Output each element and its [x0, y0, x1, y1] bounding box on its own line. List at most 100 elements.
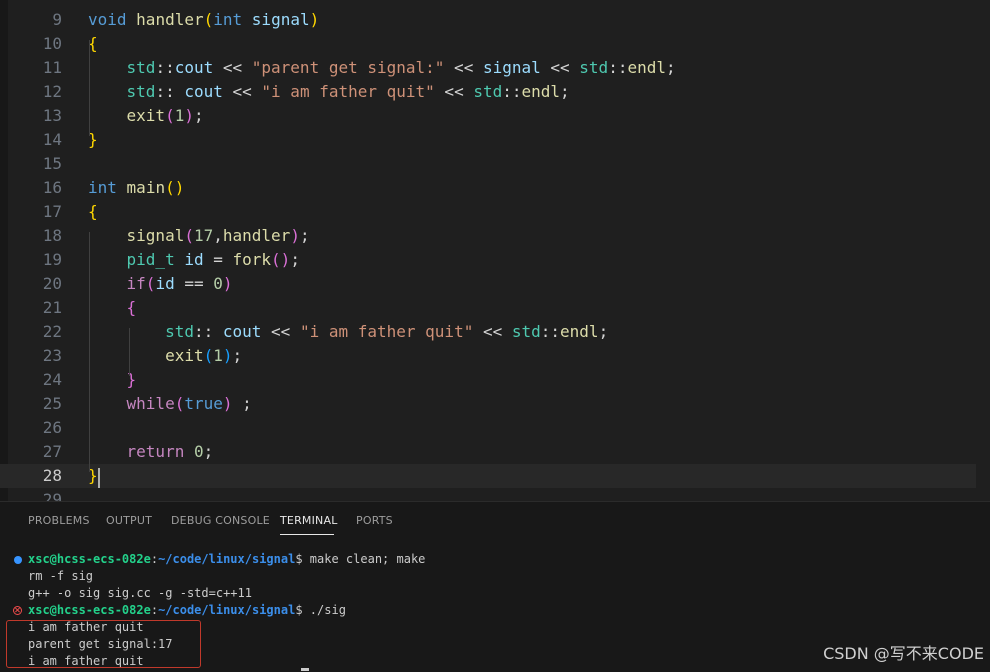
code-token: 1	[174, 106, 185, 125]
code-token: )	[309, 10, 320, 29]
code-token: ()	[165, 178, 185, 197]
editor-scrollbar[interactable]	[976, 0, 990, 501]
code-token: (	[184, 226, 194, 245]
code-text: int main()	[88, 176, 184, 200]
code-line[interactable]: 17 {	[0, 200, 990, 224]
code-token: std	[165, 322, 194, 341]
code-text: std:: cout << "i am father quit" << std:…	[88, 320, 608, 344]
code-token: signal	[482, 58, 541, 77]
code-token: cout	[174, 58, 214, 77]
code-token: <<	[540, 58, 580, 77]
code-token: cout	[184, 82, 223, 101]
line-number: 11	[42, 58, 62, 77]
code-line[interactable]: 23 exit(1);	[0, 344, 990, 368]
command-error-icon[interactable]	[13, 606, 22, 615]
code-token: )	[222, 274, 233, 293]
code-token: 1	[213, 346, 223, 365]
code-editor[interactable]: 9 void handler(int signal) 10{11 std::cout…	[0, 0, 990, 501]
line-number: 28	[42, 466, 62, 485]
code-token: if	[126, 274, 146, 293]
code-line[interactable]: 20 if(id == 0)	[0, 272, 990, 296]
code-line[interactable]: 18 signal(17,handler);	[0, 224, 990, 248]
code-token: signal	[251, 10, 310, 29]
line-number: 12	[42, 82, 62, 101]
code-token: ;	[193, 106, 204, 125]
code-token: <<	[261, 322, 300, 341]
code-line[interactable]: 15	[0, 152, 990, 176]
tab-ports[interactable]: PORTS	[356, 514, 393, 527]
tab-problems[interactable]: PROBLEMS	[28, 514, 90, 527]
code-token: id	[155, 274, 175, 293]
code-token: <<	[213, 58, 252, 77]
code-token: endl	[560, 322, 599, 341]
code-token: ;	[598, 322, 609, 341]
line-number: 26	[42, 418, 62, 437]
code-line[interactable]: 27 return 0;	[0, 440, 990, 464]
code-token: cout	[222, 322, 262, 341]
code-text: return 0;	[88, 440, 214, 464]
code-line[interactable]: 22 std:: cout << "i am father quit" << s…	[0, 320, 990, 344]
watermark: CSDN @写不来CODE	[823, 644, 984, 663]
code-text: while(true) ;	[88, 392, 252, 416]
code-token: "parent get signal:"	[251, 58, 445, 77]
code-token: ;	[232, 346, 243, 365]
code-line[interactable]: 13 exit(1);	[0, 104, 990, 128]
code-token: std	[511, 322, 541, 341]
code-token: std	[126, 82, 156, 101]
code-line[interactable]: 19 pid_t id = fork();	[0, 248, 990, 272]
code-token: )	[222, 394, 233, 413]
code-line[interactable]: 9 void handler(int signal)	[0, 8, 990, 32]
line-number: 22	[42, 322, 62, 341]
code-token: =	[203, 250, 233, 269]
code-token: fork	[232, 250, 272, 269]
code-line[interactable]: 29	[0, 488, 990, 501]
line-number: 29	[42, 490, 62, 501]
code-token: (	[165, 106, 175, 125]
code-line[interactable]: 11 std::cout << "parent get signal:" << …	[0, 56, 990, 80]
code-line[interactable]: 25 while(true) ;	[0, 392, 990, 416]
line-number: 10	[42, 34, 62, 53]
code-token: void	[88, 10, 127, 29]
code-token: exit	[165, 346, 204, 365]
line-number: 21	[42, 298, 62, 317]
tab-debug-console[interactable]: DEBUG CONSOLE	[171, 514, 270, 527]
code-token: int	[213, 10, 243, 29]
command-success-icon[interactable]	[14, 556, 22, 564]
code-token: true	[184, 394, 223, 413]
code-line[interactable]: 10{	[0, 32, 990, 56]
code-line[interactable]: 21 {	[0, 296, 990, 320]
code-line[interactable]: 24 }	[0, 368, 990, 392]
code-line[interactable]: 16 int main()	[0, 176, 990, 200]
code-token: 17	[193, 226, 214, 245]
code-token: handler	[222, 226, 291, 245]
line-number: 25	[42, 394, 62, 413]
code-token: ;	[560, 82, 570, 101]
code-text: exit(1);	[88, 344, 242, 368]
code-token: ()	[271, 250, 291, 269]
code-token: <<	[473, 322, 512, 341]
code-token: return	[126, 442, 185, 461]
code-token: <<	[444, 58, 483, 77]
code-line[interactable]: 28}	[0, 464, 990, 488]
tab-terminal[interactable]: TERMINAL	[280, 514, 338, 527]
terminal-line: g++ -o sig sig.cc -g -std=c++11	[28, 586, 252, 600]
code-text: if(id == 0)	[88, 272, 233, 296]
code-token: exit	[126, 106, 166, 125]
code-line[interactable]: 14}	[0, 128, 990, 152]
code-token: ;	[232, 394, 252, 413]
tab-output[interactable]: OUTPUT	[106, 514, 152, 527]
code-line[interactable]: 12 std:: cout << "i am father quit" << s…	[0, 80, 990, 104]
code-token: (	[203, 346, 214, 365]
code-token: 0	[213, 274, 223, 293]
code-line[interactable]: 26	[0, 416, 990, 440]
code-text: exit(1);	[88, 104, 204, 128]
code-text: std::cout << "parent get signal:" << sig…	[88, 56, 676, 80]
line-number: 14	[42, 130, 62, 149]
